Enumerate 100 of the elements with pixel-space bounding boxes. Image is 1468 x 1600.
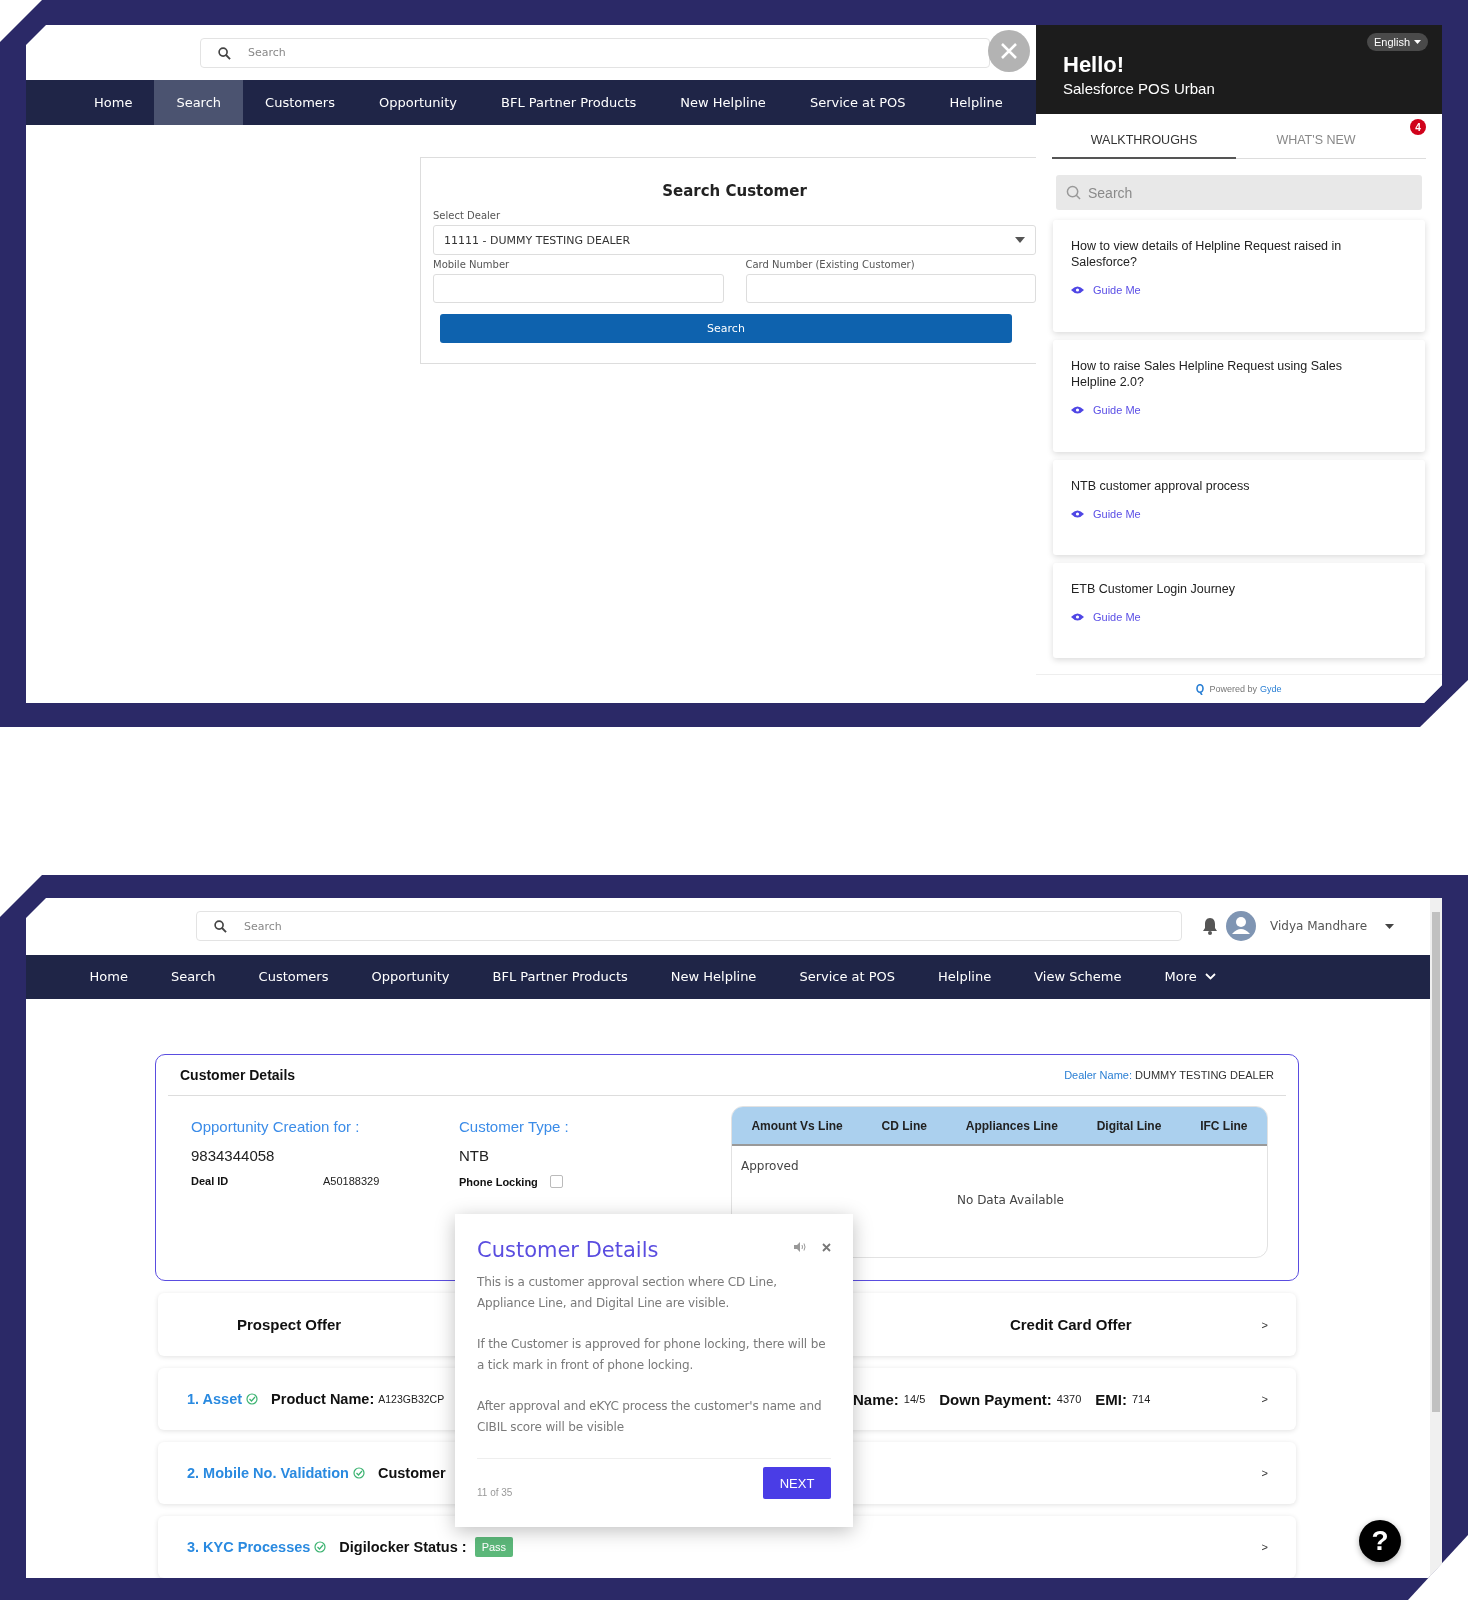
walkthrough-card[interactable]: ETB Customer Login Journey Guide Me — [1053, 563, 1425, 658]
column-header: Amount Vs Line — [751, 1118, 843, 1133]
walkthrough-card[interactable]: How to raise Sales Helpline Request using Sales Helpline 2.0? Guide Me — [1053, 340, 1425, 452]
search-field[interactable]: Search — [196, 911, 1182, 942]
table-cell: Approved — [741, 1159, 799, 1173]
search-field[interactable]: Search — [200, 37, 990, 68]
popup-text: This is a customer approval section where CD Line, Appliance Line, and Digital Line are visible. — [477, 1274, 778, 1312]
next-button[interactable]: NEXT — [763, 1467, 831, 1499]
avatar-icon[interactable] — [1226, 911, 1256, 942]
dealer-select[interactable]: 11111 - DUMMY TESTING DEALER — [433, 225, 1036, 255]
nav-item[interactable]: View Scheme — [1012, 954, 1143, 999]
customer-type: NTB — [459, 1147, 490, 1164]
eye-icon — [1071, 613, 1084, 621]
phone-number: 9834344058 — [191, 1147, 276, 1164]
speaker-icon[interactable] — [794, 1242, 806, 1252]
notification-badge: 4 — [1410, 119, 1426, 135]
panel-tab[interactable]: WHAT'S NEW — [1236, 125, 1396, 158]
field-label: Name: — [853, 1390, 899, 1408]
dealer-name: Dealer Name: DUMMY TESTING DEALER — [1064, 1069, 1274, 1081]
search-icon — [1066, 185, 1081, 200]
nav-tab[interactable]: New Helpline — [658, 80, 788, 125]
guide-me-link[interactable]: Guide Me — [1093, 508, 1141, 520]
nav-item[interactable]: Customers — [237, 954, 350, 999]
offer-title: Credit Card Offer — [1009, 1316, 1132, 1333]
help-button[interactable]: ? — [1359, 1520, 1401, 1562]
nav-tab[interactable]: Home — [72, 80, 155, 125]
field-label: Phone Locking — [459, 1175, 538, 1188]
search-icon — [218, 46, 231, 60]
caret-icon — [1414, 40, 1421, 44]
column-header: Digital Line — [1096, 1118, 1162, 1133]
column-header: IFC Line — [1200, 1118, 1248, 1133]
nav-item[interactable]: New Helpline — [649, 954, 778, 999]
field-label: Opportunity Creation for : — [191, 1118, 361, 1135]
column-header: Appliances Line — [965, 1118, 1058, 1133]
panel-subtitle: Salesforce POS Urban — [1063, 80, 1216, 97]
eye-icon — [1071, 286, 1084, 294]
nav-tab[interactable]: BFL Partner Products — [479, 80, 659, 125]
nav-tab[interactable]: Service at POS — [787, 80, 928, 125]
eye-icon — [1071, 510, 1084, 518]
caret-icon[interactable] — [1385, 923, 1395, 929]
field-value: A123GB32CP — [378, 1393, 445, 1405]
field-label: Product Name: — [271, 1391, 375, 1407]
card-title: Search Customer — [661, 182, 808, 200]
field-label: Customer — [377, 1465, 446, 1481]
card-number-field[interactable] — [745, 274, 1036, 303]
guide-me-link[interactable]: Guide Me — [1093, 284, 1141, 296]
nav-item[interactable]: Search — [149, 954, 238, 999]
nav-tab[interactable]: Helpline — [927, 80, 1025, 125]
nav-item[interactable]: More — [1142, 954, 1238, 999]
step-title: 3. KYC Processes — [187, 1539, 311, 1555]
chevron[interactable]: > — [1261, 1467, 1268, 1479]
field-label: Digilocker Status : — [339, 1539, 467, 1555]
caret-icon — [1015, 237, 1025, 243]
nav-tab[interactable]: Customers — [243, 80, 357, 125]
card-title: Customer Details — [180, 1067, 296, 1083]
field-label: Deal ID — [191, 1175, 230, 1187]
mobile-number-field[interactable] — [433, 274, 724, 303]
search-button[interactable]: Search — [440, 314, 1012, 343]
greeting: Hello! — [1063, 52, 1126, 78]
chevron[interactable]: > — [1261, 1541, 1268, 1553]
status-badge: Pass — [474, 1537, 514, 1557]
eye-icon — [1071, 406, 1084, 414]
guide-me-link[interactable]: Guide Me — [1093, 404, 1141, 416]
nav-item[interactable]: Opportunity — [350, 954, 471, 999]
column-header: CD Line — [881, 1118, 927, 1133]
nav-tab[interactable]: Search — [154, 80, 244, 125]
user-name[interactable]: Vidya Mandhare — [1270, 919, 1368, 934]
checkbox[interactable] — [549, 1175, 563, 1188]
guide-me-link[interactable]: Guide Me — [1093, 611, 1141, 623]
panel-tab[interactable]: WALKTHROUGHS — [1052, 125, 1236, 159]
brand-link[interactable]: Gyde — [1260, 684, 1282, 694]
walkthrough-title: ETB Customer Login Journey — [1071, 581, 1236, 597]
step-card[interactable]: 3. KYC Processes Digilocker Status : Pass > — [158, 1516, 1296, 1578]
nav-item[interactable]: Home — [68, 954, 150, 999]
bell-icon[interactable] — [1202, 917, 1218, 936]
nav-item[interactable]: Helpline — [916, 954, 1013, 999]
field-value: 4370 — [1056, 1393, 1082, 1405]
field-label: Select Dealer — [433, 210, 502, 221]
close-icon[interactable] — [988, 30, 1030, 72]
walkthrough-card[interactable]: How to view details of Helpline Request raised in Salesforce? Guide Me — [1053, 220, 1425, 332]
walkthrough-title: How to view details of Helpline Request raised in Salesforce? — [1071, 238, 1343, 270]
walkthrough-title: How to raise Sales Helpline Request using Sales Helpline 2.0? — [1071, 358, 1343, 390]
nav-tab[interactable]: Opportunity — [357, 80, 479, 125]
nav-item[interactable]: BFL Partner Products — [471, 954, 650, 999]
field-label: EMI: — [1095, 1390, 1127, 1408]
walkthrough-card[interactable]: NTB customer approval process Guide Me — [1053, 460, 1425, 555]
chevron[interactable]: > — [1261, 1318, 1268, 1331]
language-dropdown[interactable]: English — [1366, 33, 1428, 51]
scrollbar[interactable] — [1430, 898, 1442, 1578]
field-label: Card Number (Existing Customer) — [745, 259, 916, 270]
search-field[interactable]: Search — [1056, 175, 1422, 210]
field-label: Customer Type : — [459, 1118, 570, 1135]
nav-item[interactable]: Service at POS — [777, 954, 917, 999]
popup-title: Customer Details — [477, 1238, 660, 1262]
deal-id: A50188329 — [323, 1175, 380, 1187]
field-label: Mobile Number — [433, 259, 511, 270]
step-counter: 11 of 35 — [477, 1486, 513, 1498]
chevron[interactable]: > — [1261, 1393, 1268, 1405]
close-icon[interactable] — [822, 1242, 831, 1252]
field-label: Down Payment: — [939, 1390, 1052, 1408]
